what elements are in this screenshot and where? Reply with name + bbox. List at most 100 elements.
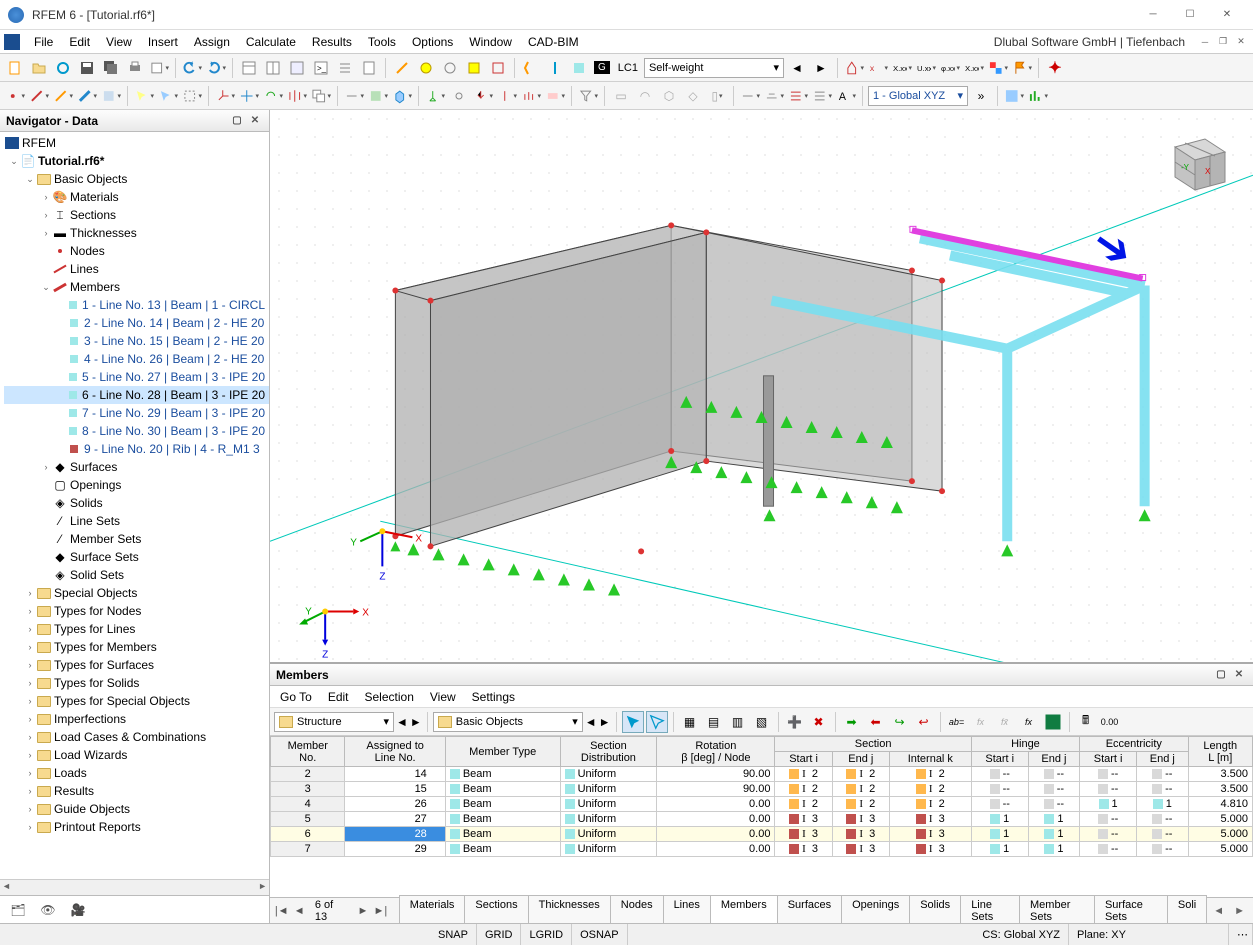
navigator-tree[interactable]: RFEM ⌄📄Tutorial.rf6* ⌄Basic Objects ›🎨Ma… bbox=[0, 132, 269, 879]
tabs-scroll-left[interactable]: ◄ bbox=[1209, 905, 1228, 917]
col-memberno[interactable]: MemberNo. bbox=[271, 737, 345, 767]
load-pin-icon[interactable] bbox=[544, 57, 566, 79]
tab-soli[interactable]: Soli bbox=[1167, 895, 1207, 926]
tool-d-icon[interactable] bbox=[463, 57, 485, 79]
panel-pin-icon[interactable]: ▢ bbox=[1213, 668, 1229, 682]
tree-group[interactable]: ›Types for Solids bbox=[4, 674, 269, 692]
menu-tools[interactable]: Tools bbox=[360, 31, 404, 53]
view-cube[interactable]: -Y X bbox=[1155, 122, 1235, 202]
menu-view[interactable]: View bbox=[98, 31, 140, 53]
tree-group[interactable]: ›Loads bbox=[4, 764, 269, 782]
precision-icon[interactable]: 0.00 bbox=[1099, 711, 1121, 733]
tab-thicknesses[interactable]: Thicknesses bbox=[528, 895, 611, 926]
col-dist[interactable]: SectionDistribution bbox=[560, 737, 657, 767]
table-add-icon[interactable]: ➕ bbox=[784, 711, 806, 733]
hinge-icon[interactable] bbox=[448, 85, 470, 107]
col-length[interactable]: LengthL [m] bbox=[1188, 737, 1253, 767]
print-dropdown-icon[interactable] bbox=[148, 57, 170, 79]
table-layout3-icon[interactable]: ▥ bbox=[727, 711, 749, 733]
mdi-minimize[interactable]: ─ bbox=[1197, 35, 1213, 49]
export2-icon[interactable]: ↪ bbox=[889, 711, 911, 733]
menu-edit[interactable]: Edit bbox=[61, 31, 98, 53]
flag-icon[interactable] bbox=[1011, 57, 1033, 79]
results-icon[interactable] bbox=[1003, 85, 1025, 107]
table-row[interactable]: 214BeamUniform90.00I 2I 2I 2--------3.50… bbox=[271, 767, 1253, 782]
line-icon[interactable] bbox=[28, 85, 50, 107]
export-icon[interactable]: ➡ bbox=[841, 711, 863, 733]
fx1-icon[interactable]: fx bbox=[970, 711, 992, 733]
new-icon[interactable] bbox=[4, 57, 26, 79]
sync-select-icon[interactable] bbox=[622, 711, 644, 733]
mirror-icon[interactable] bbox=[286, 85, 308, 107]
chart-icon[interactable] bbox=[1027, 85, 1049, 107]
navigator-pin-icon[interactable]: ▢ bbox=[229, 114, 245, 128]
table-layout2-icon[interactable]: ▤ bbox=[703, 711, 725, 733]
extr2-icon[interactable] bbox=[763, 85, 785, 107]
status-lgrid[interactable]: LGRID bbox=[521, 924, 572, 945]
areaload-icon[interactable] bbox=[544, 85, 566, 107]
calc-icon[interactable] bbox=[358, 57, 380, 79]
menu-options[interactable]: Options bbox=[404, 31, 461, 53]
status-more[interactable]: ⋯ bbox=[1229, 924, 1253, 945]
tree-group[interactable]: ›Load Wizards bbox=[4, 746, 269, 764]
lc-right-icon[interactable]: ► bbox=[810, 57, 832, 79]
import2-icon[interactable]: ↩ bbox=[913, 711, 935, 733]
open-icon[interactable] bbox=[28, 57, 50, 79]
surface-icon[interactable] bbox=[100, 85, 122, 107]
tab-nodes[interactable]: Nodes bbox=[610, 895, 664, 926]
import-icon[interactable]: ⬅ bbox=[865, 711, 887, 733]
extr1-icon[interactable] bbox=[739, 85, 761, 107]
structure-combo[interactable]: Structure▾ bbox=[274, 712, 394, 732]
col-rot[interactable]: Rotationβ [deg] / Node bbox=[657, 737, 775, 767]
tab-member-sets[interactable]: Member Sets bbox=[1019, 895, 1095, 926]
close-button[interactable]: ✕ bbox=[1209, 5, 1245, 25]
cs-icon[interactable] bbox=[214, 85, 236, 107]
tree-group[interactable]: ›Printout Reports bbox=[4, 818, 269, 836]
member-item-7[interactable]: 7 - Line No. 29 | Beam | 3 - IPE 20 bbox=[4, 404, 269, 422]
cs-combo[interactable]: 1 - Global XYZ▾ bbox=[868, 86, 968, 106]
load-icon[interactable] bbox=[472, 85, 494, 107]
sel1-icon[interactable] bbox=[133, 85, 155, 107]
basicobjects-combo[interactable]: Basic Objects▾ bbox=[433, 712, 583, 732]
tab-sections[interactable]: Sections bbox=[464, 895, 528, 926]
dim-phi-icon[interactable]: φ.xx bbox=[939, 57, 961, 79]
tool-b-icon[interactable] bbox=[415, 57, 437, 79]
menu-results[interactable]: Results bbox=[304, 31, 360, 53]
mdi-restore[interactable]: ❐ bbox=[1215, 35, 1231, 49]
tree-group[interactable]: ›Special Objects bbox=[4, 584, 269, 602]
tree-group[interactable]: ›Results bbox=[4, 782, 269, 800]
col-assigned[interactable]: Assigned toLine No. bbox=[345, 737, 445, 767]
bp-menu-goto[interactable]: Go To bbox=[272, 690, 320, 704]
menu-file[interactable]: File bbox=[26, 31, 61, 53]
table-delete-icon[interactable]: ✖ bbox=[808, 711, 830, 733]
nav-video-icon[interactable]: 🎥 bbox=[68, 901, 88, 919]
member-item-5[interactable]: 5 - Line No. 27 | Beam | 3 - IPE 20 bbox=[4, 368, 269, 386]
system-menu-icon[interactable] bbox=[4, 34, 20, 50]
member-item-4[interactable]: 4 - Line No. 26 | Beam | 2 - HE 20 bbox=[4, 350, 269, 368]
col-hinge[interactable]: Hinge bbox=[971, 737, 1079, 752]
mdi-close[interactable]: ✕ bbox=[1233, 35, 1249, 49]
menu-cadbim[interactable]: CAD-BIM bbox=[520, 31, 587, 53]
tree-group[interactable]: ›Types for Surfaces bbox=[4, 656, 269, 674]
list-icon[interactable] bbox=[334, 57, 356, 79]
move-icon[interactable] bbox=[238, 85, 260, 107]
member-item-6[interactable]: 6 - Line No. 28 | Beam | 3 - IPE 20 bbox=[4, 386, 269, 404]
tree-group[interactable]: ›Types for Lines bbox=[4, 620, 269, 638]
sel2-icon[interactable] bbox=[157, 85, 179, 107]
table-row[interactable]: 729BeamUniform0.00I 3I 3I 311----5.000 bbox=[271, 842, 1253, 857]
tabs-scroll-right[interactable]: ► bbox=[1230, 905, 1249, 917]
minimize-button[interactable]: ─ bbox=[1135, 5, 1171, 25]
fx2-icon[interactable]: fx̄ bbox=[994, 711, 1016, 733]
tab-surfaces[interactable]: Surfaces bbox=[777, 895, 842, 926]
lineload-icon[interactable] bbox=[520, 85, 542, 107]
status-osnap[interactable]: OSNAP bbox=[572, 924, 628, 945]
next-page-icon[interactable]: ► bbox=[355, 905, 370, 917]
excel-icon[interactable] bbox=[1042, 711, 1064, 733]
table-row[interactable]: 426BeamUniform0.00I 2I 2I 2----114.810 bbox=[271, 797, 1253, 812]
tool-e-icon[interactable] bbox=[487, 57, 509, 79]
copy-icon[interactable] bbox=[310, 85, 332, 107]
extr4-icon[interactable] bbox=[811, 85, 833, 107]
tree-group[interactable]: ›Types for Members bbox=[4, 638, 269, 656]
calc2-icon[interactable]: 🖩 bbox=[1075, 711, 1097, 733]
bp-menu-selection[interactable]: Selection bbox=[357, 690, 422, 704]
